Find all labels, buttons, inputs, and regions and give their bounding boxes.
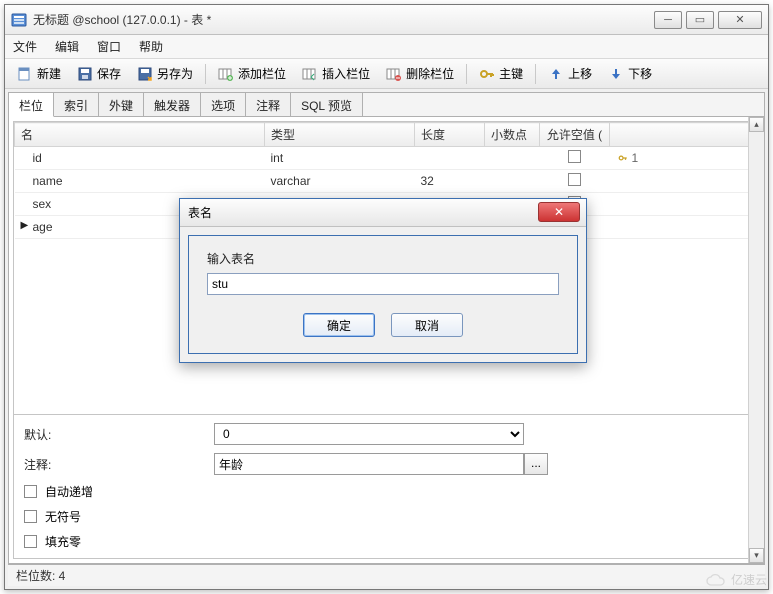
col-pk[interactable] xyxy=(610,123,759,147)
menubar: 文件 编辑 窗口 帮助 xyxy=(5,35,768,59)
separator xyxy=(535,64,536,84)
statusbar: 栏位数: 4 xyxy=(8,564,765,586)
tablename-dialog: 表名 ✕ 输入表名 确定 取消 xyxy=(179,198,587,363)
insfield-button[interactable]: 插入栏位 xyxy=(296,63,376,84)
table-row[interactable]: name varchar32 xyxy=(15,170,759,193)
default-select[interactable]: 0 xyxy=(214,423,524,445)
saveas-icon xyxy=(137,66,153,82)
saveas-button[interactable]: 另存为 xyxy=(131,63,199,84)
content-area: 栏位 索引 外键 触发器 选项 注释 SQL 预览 名 类型 长度 小数点 允许… xyxy=(8,92,765,564)
tab-comments[interactable]: 注释 xyxy=(246,93,291,116)
tablename-input[interactable] xyxy=(207,273,559,295)
pk-button[interactable]: 主键 xyxy=(473,63,529,84)
key-icon xyxy=(479,66,495,82)
default-label: 默认: xyxy=(24,426,214,443)
window-title: 无标题 @school (127.0.0.1) - 表 * xyxy=(33,11,654,28)
cloud-icon xyxy=(705,573,727,587)
dialog-titlebar: 表名 ✕ xyxy=(180,199,586,227)
tab-fields[interactable]: 栏位 xyxy=(9,93,54,117)
cell-type: int xyxy=(265,147,415,170)
toolbar: 新建 保存 另存为 添加栏位 插入栏位 删除栏位 主键 上移 下移 xyxy=(5,59,768,89)
comment-input[interactable] xyxy=(214,453,524,475)
titlebar: 无标题 @school (127.0.0.1) - 表 * ─ ▭ ✕ xyxy=(5,5,768,35)
menu-file[interactable]: 文件 xyxy=(13,38,37,55)
autoinc-label: 自动递增 xyxy=(45,483,93,500)
cell-pk: 1 xyxy=(610,147,759,170)
cell-pk xyxy=(610,170,759,193)
new-button[interactable]: 新建 xyxy=(11,63,67,84)
cell-len xyxy=(415,147,485,170)
arrow-up-icon xyxy=(548,66,564,82)
tab-indexes[interactable]: 索引 xyxy=(54,93,99,116)
table-row[interactable]: id int 1 xyxy=(15,147,759,170)
menu-window[interactable]: 窗口 xyxy=(97,38,121,55)
scroll-down-button[interactable]: ▾ xyxy=(749,548,764,563)
dialog-label: 输入表名 xyxy=(207,250,559,267)
maximize-button[interactable]: ▭ xyxy=(686,11,714,29)
dialog-title: 表名 xyxy=(188,204,212,221)
zerofill-checkbox[interactable] xyxy=(24,535,37,548)
cancel-button[interactable]: 取消 xyxy=(391,313,463,337)
dialog-body: 输入表名 确定 取消 xyxy=(188,235,578,354)
cell-dec xyxy=(485,147,540,170)
cell-len: 32 xyxy=(415,170,485,193)
moveup-button[interactable]: 上移 xyxy=(542,63,598,84)
cell-type: varchar xyxy=(265,170,415,193)
tab-options[interactable]: 选项 xyxy=(201,93,246,116)
tab-fk[interactable]: 外键 xyxy=(99,93,144,116)
app-window: 无标题 @school (127.0.0.1) - 表 * ─ ▭ ✕ 文件 编… xyxy=(4,4,769,590)
tabstrip: 栏位 索引 外键 触发器 选项 注释 SQL 预览 xyxy=(9,93,764,117)
col-name[interactable]: 名 xyxy=(15,123,265,147)
null-checkbox[interactable] xyxy=(568,150,581,163)
tab-triggers[interactable]: 触发器 xyxy=(144,93,201,116)
col-dec[interactable]: 小数点 xyxy=(485,123,540,147)
unsigned-label: 无符号 xyxy=(45,508,81,525)
col-null[interactable]: 允许空值 ( xyxy=(540,123,610,147)
watermark: 亿速云 xyxy=(705,571,767,588)
cell-name: sex xyxy=(33,197,52,211)
cell-pk xyxy=(610,216,759,239)
vscrollbar[interactable]: ▴ ▾ xyxy=(748,117,764,563)
cell-name: age xyxy=(33,220,53,234)
movedown-button[interactable]: 下移 xyxy=(602,63,658,84)
minimize-button[interactable]: ─ xyxy=(654,11,682,29)
menu-help[interactable]: 帮助 xyxy=(139,38,163,55)
scroll-up-button[interactable]: ▴ xyxy=(749,117,764,132)
status-text: 栏位数: 4 xyxy=(16,567,65,584)
close-button[interactable]: ✕ xyxy=(718,11,762,29)
cell-dec xyxy=(485,170,540,193)
zerofill-label: 填充零 xyxy=(45,533,81,550)
ok-button[interactable]: 确定 xyxy=(303,313,375,337)
window-controls: ─ ▭ ✕ xyxy=(654,11,762,29)
separator xyxy=(466,64,467,84)
unsigned-checkbox[interactable] xyxy=(24,510,37,523)
cell-name: name xyxy=(33,174,63,188)
save-button[interactable]: 保存 xyxy=(71,63,127,84)
save-icon xyxy=(77,66,93,82)
insfield-icon xyxy=(302,66,318,82)
delfield-button[interactable]: 删除栏位 xyxy=(380,63,460,84)
dialog-close-button[interactable]: ✕ xyxy=(538,202,580,222)
field-properties: 默认: 0 注释: ... 自动递增 无符号 填充零 xyxy=(14,414,759,558)
cell-name: id xyxy=(33,151,42,165)
delfield-icon xyxy=(386,66,402,82)
arrow-down-icon xyxy=(608,66,624,82)
null-checkbox[interactable] xyxy=(568,173,581,186)
addfield-icon xyxy=(218,66,234,82)
comment-label: 注释: xyxy=(24,456,214,473)
col-type[interactable]: 类型 xyxy=(265,123,415,147)
col-len[interactable]: 长度 xyxy=(415,123,485,147)
cell-pk xyxy=(610,193,759,216)
comment-more-button[interactable]: ... xyxy=(524,453,548,475)
app-icon xyxy=(11,12,27,28)
menu-edit[interactable]: 编辑 xyxy=(55,38,79,55)
separator xyxy=(205,64,206,84)
tab-sql[interactable]: SQL 预览 xyxy=(291,93,363,116)
addfield-button[interactable]: 添加栏位 xyxy=(212,63,292,84)
autoinc-checkbox[interactable] xyxy=(24,485,37,498)
new-icon xyxy=(17,66,33,82)
